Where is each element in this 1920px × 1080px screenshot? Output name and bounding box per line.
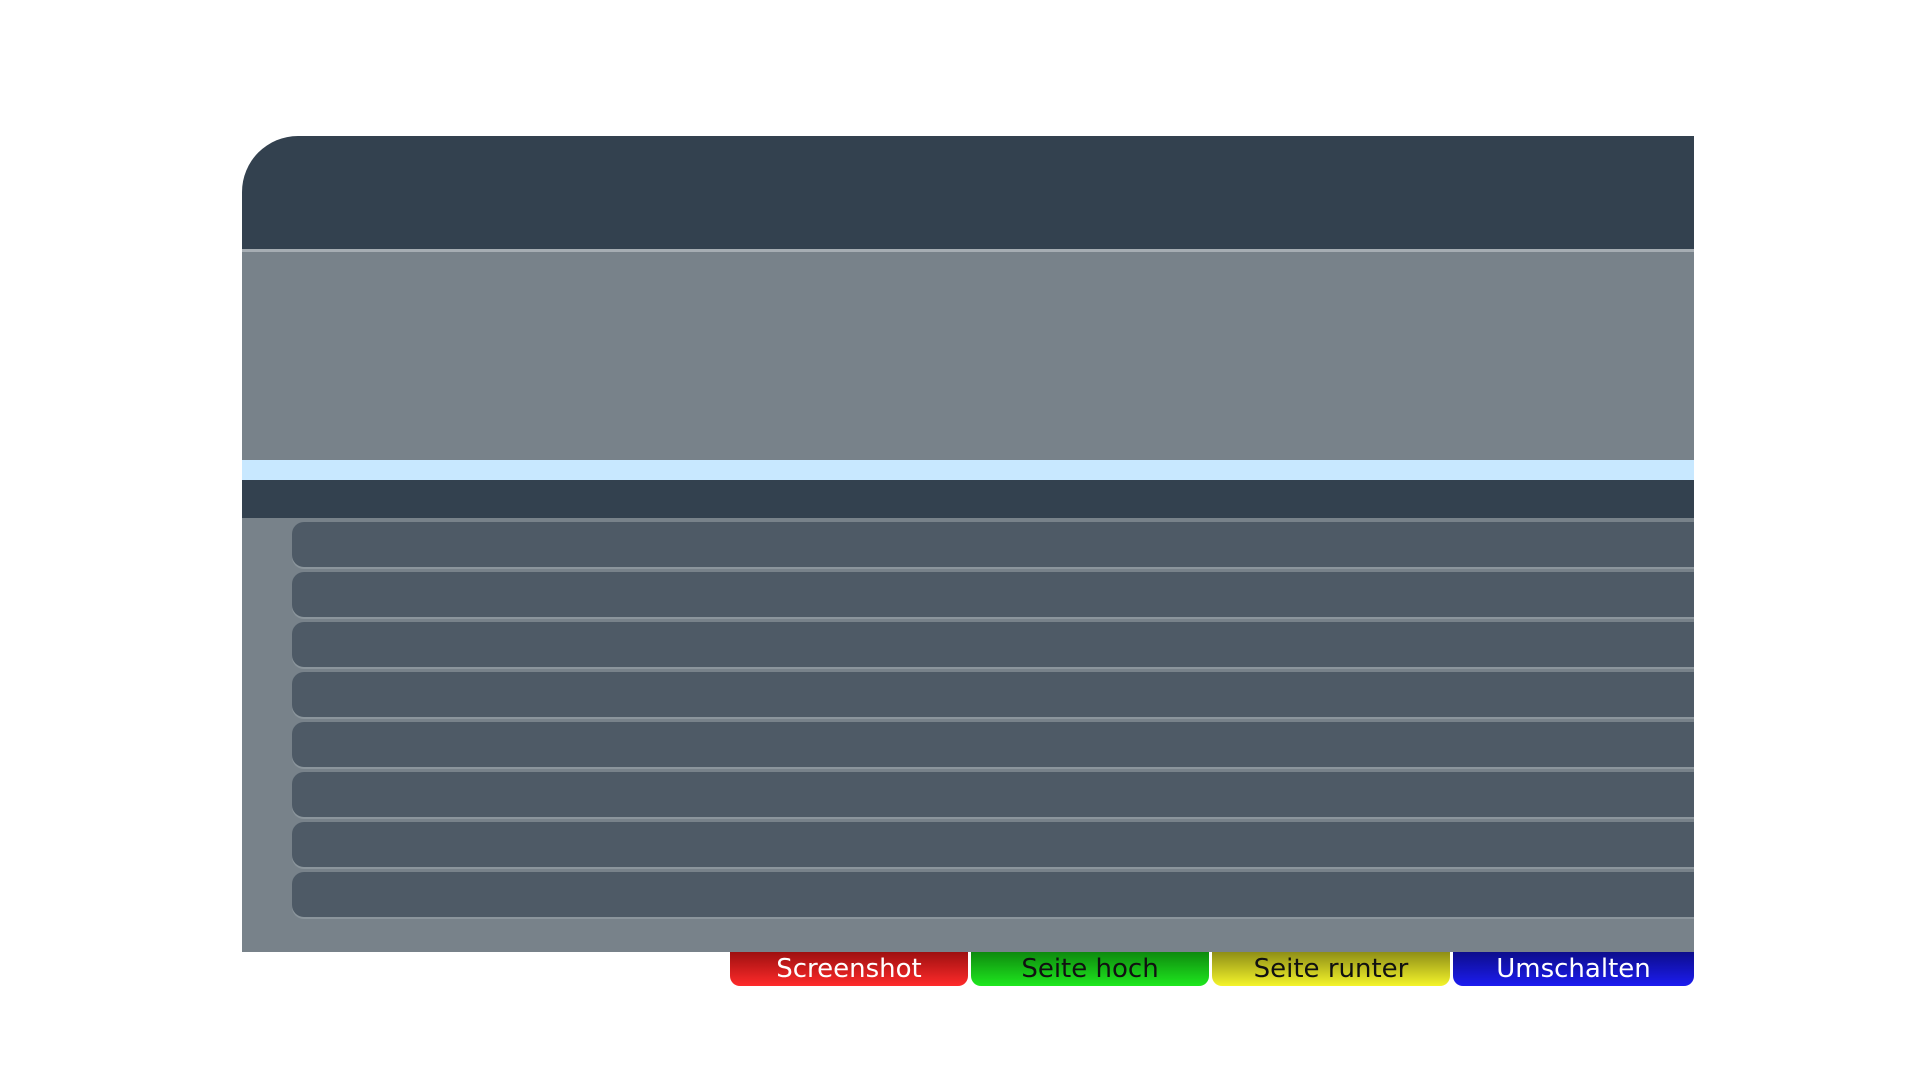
subheader-bar	[242, 480, 1694, 518]
page-down-button[interactable]: Seite runter	[1212, 952, 1450, 986]
screenshot-button[interactable]: Screenshot	[730, 952, 968, 986]
list-item[interactable]	[292, 722, 1694, 767]
toggle-button[interactable]: Umschalten	[1453, 952, 1694, 986]
list-item[interactable]	[292, 522, 1694, 567]
highlight-bar	[242, 460, 1694, 480]
list-item[interactable]	[292, 872, 1694, 917]
page-up-button[interactable]: Seite hoch	[971, 952, 1209, 986]
list-item[interactable]	[292, 572, 1694, 617]
main-panel	[242, 136, 1694, 952]
list-area	[242, 518, 1694, 952]
info-area	[242, 252, 1694, 460]
list-item[interactable]	[292, 672, 1694, 717]
list-item[interactable]	[292, 822, 1694, 867]
color-button-bar: Screenshot Seite hoch Seite runter Umsch…	[730, 952, 1694, 986]
list-item[interactable]	[292, 772, 1694, 817]
list-item[interactable]	[292, 622, 1694, 667]
header-bar	[242, 136, 1694, 252]
